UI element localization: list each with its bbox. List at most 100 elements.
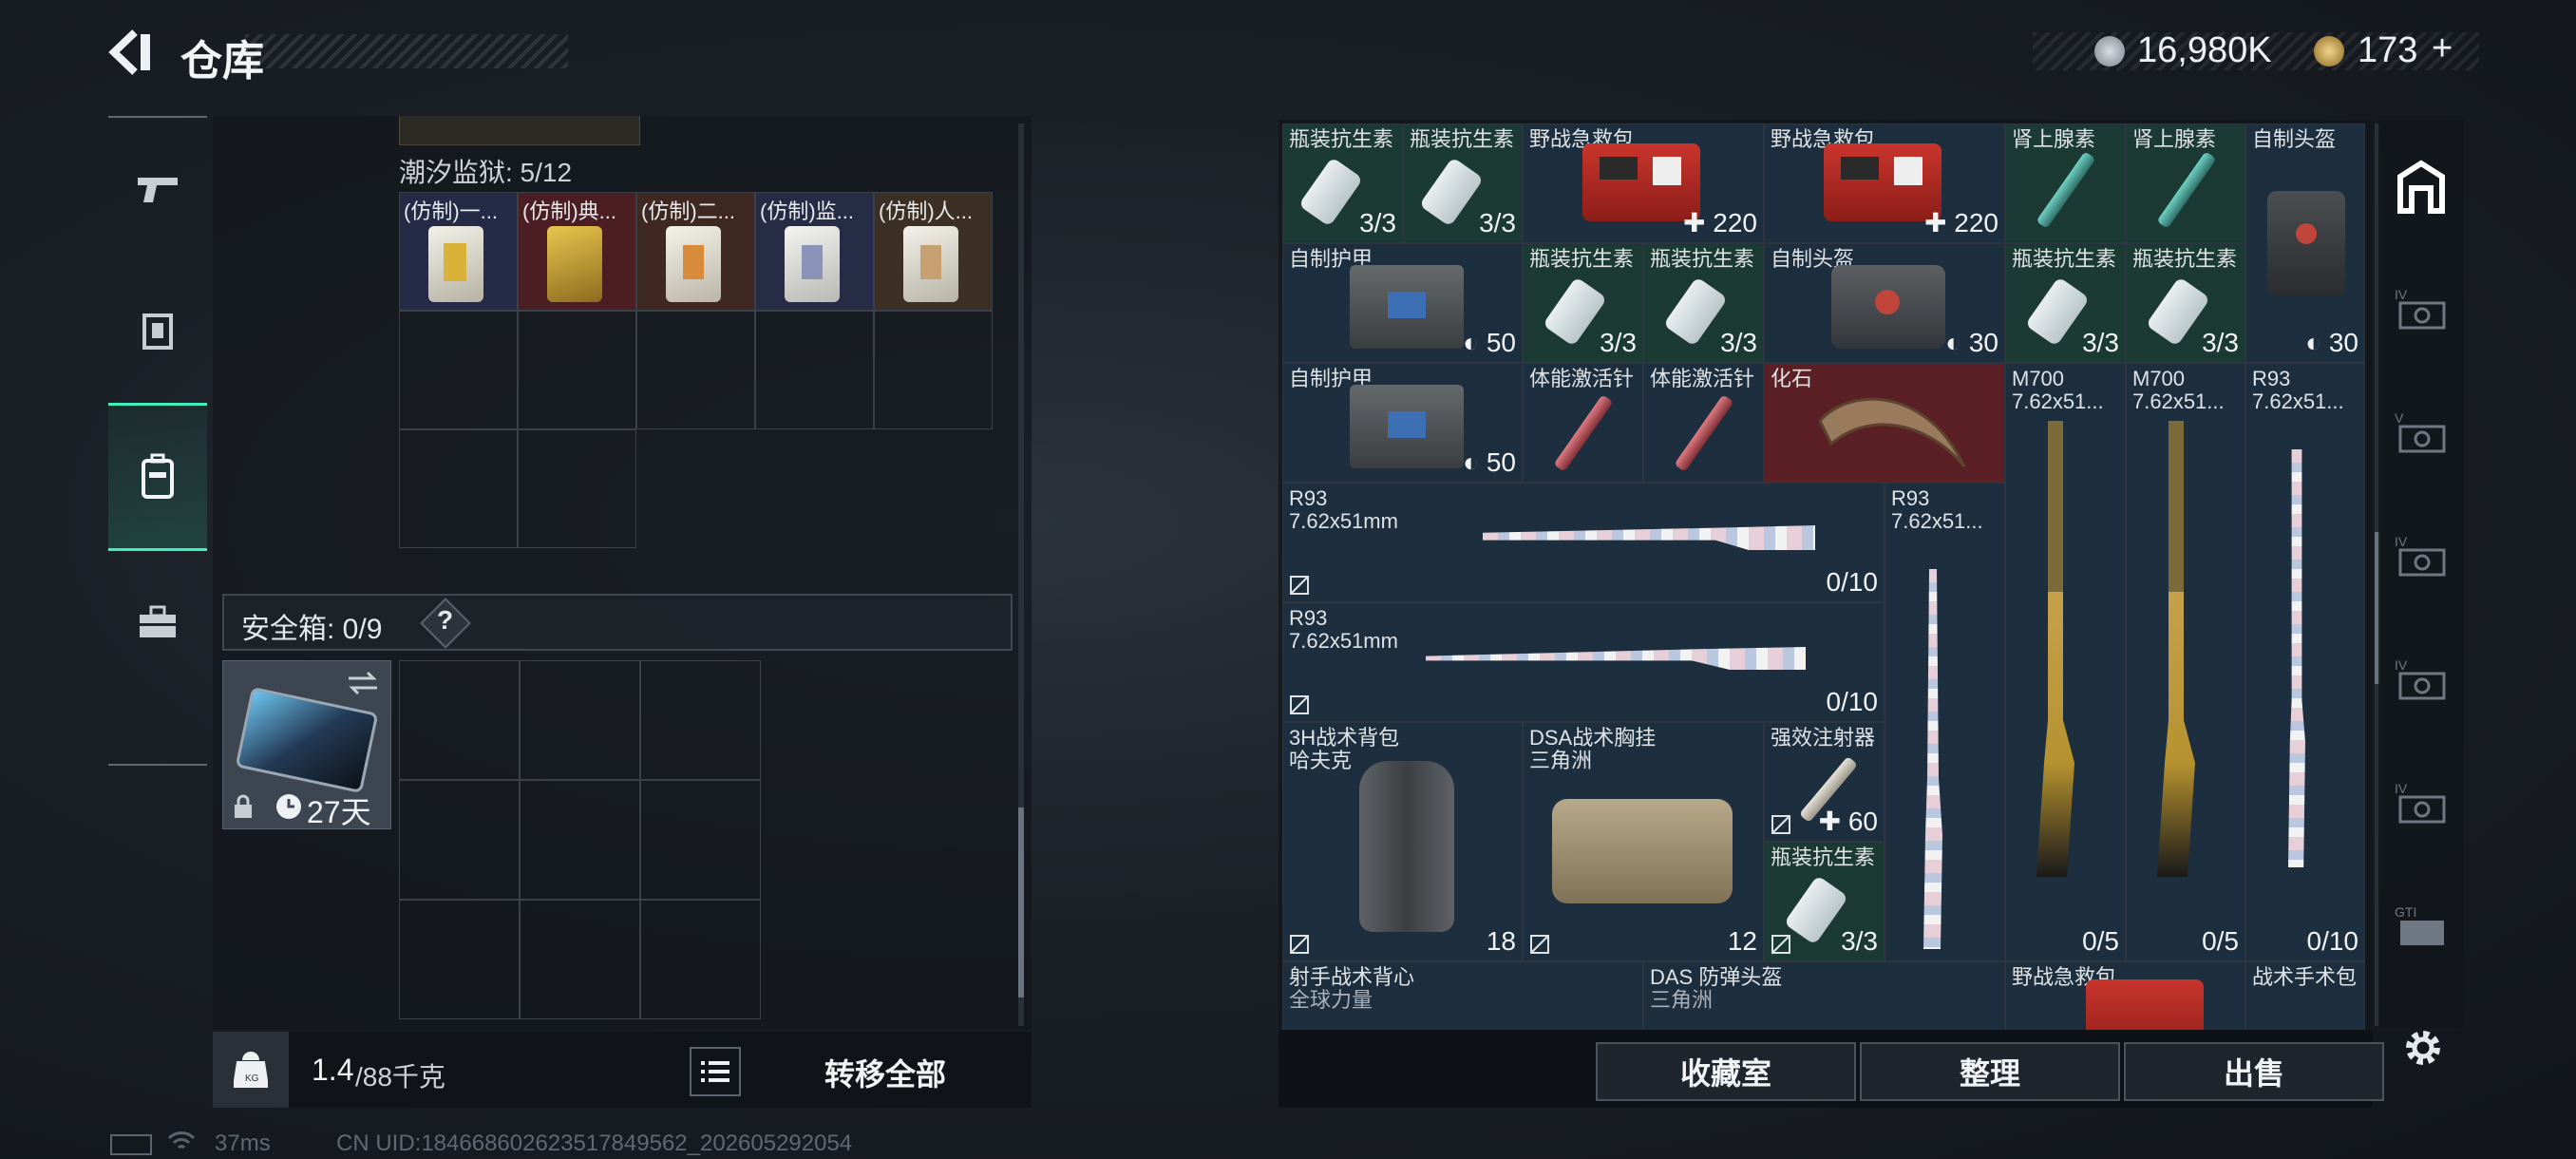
nav-tools[interactable] — [108, 551, 207, 694]
stash-item[interactable]: R93 7.62x51mm 0/10 — [1282, 483, 1885, 602]
safe-box-item[interactable]: 27天 — [222, 660, 391, 829]
stash-item[interactable]: 瓶装抗生素 3/3 — [2005, 243, 2126, 363]
empty-slot[interactable] — [520, 900, 640, 1019]
shelf-gti-icon: GTI — [2395, 904, 2444, 945]
wifi-icon — [167, 1131, 196, 1150]
no-ammo-icon — [1771, 815, 1790, 834]
empty-slot[interactable] — [640, 900, 761, 1019]
container-item-4[interactable]: (仿制)监... — [755, 192, 874, 311]
nav-armor[interactable] — [108, 260, 207, 403]
silver-amount: 16,980K — [2137, 30, 2272, 70]
stash-item[interactable]: 瓶装抗生素 3/3 — [1523, 243, 1643, 363]
empty-slot[interactable] — [640, 780, 761, 900]
stash-item[interactable]: R93 7.62x51mm 0/10 — [1282, 602, 1885, 722]
container-item-1[interactable]: (仿制)一... — [399, 192, 518, 311]
stash-item[interactable]: DAS 防弹头盔 三角洲 — [1643, 961, 2005, 1031]
stash-item[interactable]: R93 7.62x51... 0/10 — [2245, 363, 2365, 961]
container-item-5[interactable]: (仿制)人... — [874, 192, 993, 311]
armor-icon — [142, 314, 173, 350]
stash-item[interactable]: 野战急救包 — [2005, 961, 2245, 1031]
stash-item[interactable]: M700 7.62x51... 0/5 — [2126, 363, 2245, 961]
safe-box-header: 安全箱: 0/9 ? — [222, 594, 1013, 651]
container-item-2[interactable]: (仿制)典... — [518, 192, 636, 311]
stash-tab-5[interactable]: IV — [2378, 642, 2464, 718]
empty-slot[interactable] — [636, 311, 755, 429]
empty-slot[interactable] — [518, 429, 636, 548]
empty-slot[interactable] — [874, 311, 993, 429]
storage-tab-icon — [2397, 160, 2445, 214]
stash-item[interactable]: 强效注射器 ✚ 60 — [1764, 722, 1885, 842]
help-icon[interactable]: ? — [437, 605, 453, 636]
shelf-iv-icon: IV — [2395, 781, 2446, 824]
stash-item[interactable]: 瓶装抗生素 3/3 — [1764, 842, 1885, 961]
container-title: 潮汐监狱: 5/12 — [399, 158, 573, 187]
stash-tab-main[interactable] — [2378, 148, 2464, 224]
stash-item[interactable]: 自制头盔 ◐ 30 — [1764, 243, 2005, 363]
safe-box-label: 安全箱: 0/9 — [241, 614, 383, 645]
stash-tabs: IV V IV IV IV GTI — [2378, 120, 2464, 1028]
svg-text:IV: IV — [2395, 534, 2408, 549]
stash-item[interactable]: 肾上腺素 — [2126, 124, 2245, 243]
ping-text: 37ms — [215, 1130, 271, 1156]
stash-tab-3[interactable]: V — [2378, 395, 2464, 471]
stash-tab-7[interactable]: GTI — [2378, 889, 2464, 965]
transfer-all-button[interactable]: 转移全部 — [824, 1051, 946, 1094]
empty-slot[interactable] — [399, 429, 518, 548]
stash-item[interactable]: DSA战术胸挂 三角洲 12 — [1523, 722, 1764, 961]
container-grid: (仿制)一... (仿制)典... (仿制)二... (仿制)监... (仿制)… — [399, 192, 1002, 553]
back-button[interactable] — [106, 28, 160, 76]
shelf-v-icon: V — [2395, 410, 2446, 453]
left-scrollbar[interactable] — [1018, 124, 1024, 1026]
add-currency-button[interactable]: + — [2432, 28, 2453, 69]
stash-item[interactable]: 瓶装抗生素 3/3 — [1643, 243, 1764, 363]
swap-icon[interactable] — [345, 669, 381, 697]
empty-slot[interactable] — [520, 660, 640, 780]
stash-item[interactable]: 3H战术背包 哈夫克 18 — [1282, 722, 1523, 961]
stash-item[interactable]: M700 7.62x51... 0/5 — [2005, 363, 2126, 961]
stash-item[interactable]: 战术手术包 — [2245, 961, 2365, 1031]
stash-item[interactable]: 自制护甲 ◐ 50 — [1282, 363, 1523, 483]
no-ammo-icon — [1771, 935, 1790, 954]
empty-slot[interactable] — [640, 660, 761, 780]
stash-item[interactable]: 射手战术背心 全球力量 — [1282, 961, 1643, 1031]
sort-button[interactable]: 整理 — [1860, 1042, 2120, 1101]
nav-weapons[interactable] — [108, 118, 207, 260]
empty-slot[interactable] — [518, 311, 636, 429]
safe-box-grid — [399, 660, 761, 1021]
stash-item[interactable]: 瓶装抗生素 3/3 — [1403, 124, 1523, 243]
stash-item[interactable]: 肾上腺素 — [2005, 124, 2126, 243]
stash-item[interactable]: 自制头盔 ◐ 30 — [2245, 124, 2365, 363]
sell-button[interactable]: 出售 — [2124, 1042, 2384, 1101]
stash-tab-6[interactable]: IV — [2378, 766, 2464, 842]
stash-item[interactable]: 化石 — [1764, 363, 2005, 483]
shelf-iv-icon: IV — [2395, 657, 2446, 700]
stash-item[interactable]: 自制护甲 ◐ 50 — [1282, 243, 1523, 363]
stash-item[interactable]: R93 7.62x51... — [1885, 483, 2005, 961]
weight-value: 1.4 — [312, 1053, 354, 1087]
empty-slot[interactable] — [399, 311, 518, 429]
stash-item[interactable]: 瓶装抗生素 3/3 — [2126, 243, 2245, 363]
settings-button[interactable] — [2399, 1024, 2447, 1072]
no-ammo-icon — [1290, 935, 1309, 954]
collection-room-button[interactable]: 收藏室 — [1596, 1042, 1856, 1101]
svg-text:V: V — [2395, 410, 2404, 426]
empty-slot[interactable] — [399, 660, 520, 780]
no-ammo-icon — [1530, 935, 1549, 954]
lock-icon — [235, 794, 252, 818]
stash-item[interactable]: 野战急救包 ✚ 220 — [1523, 124, 1764, 243]
container-item-3[interactable]: (仿制)二... — [636, 192, 755, 311]
empty-slot[interactable] — [399, 900, 520, 1019]
stash-tab-4[interactable]: IV — [2378, 519, 2464, 595]
nav-backpack[interactable] — [108, 403, 207, 551]
stash-tab-2[interactable]: IV — [2378, 272, 2464, 348]
empty-slot[interactable] — [520, 780, 640, 900]
empty-slot[interactable] — [399, 780, 520, 900]
stash-item[interactable]: 野战急救包 ✚ 220 — [1764, 124, 2005, 243]
stash-item[interactable]: 体能激活针 — [1643, 363, 1764, 483]
empty-slot[interactable] — [755, 311, 874, 429]
list-icon — [701, 1061, 729, 1082]
stash-item[interactable]: 瓶装抗生素 3/3 — [1282, 124, 1403, 243]
list-view-button[interactable] — [690, 1047, 741, 1096]
stash-item[interactable]: 体能激活针 — [1523, 363, 1643, 483]
battery-icon — [110, 1134, 152, 1155]
